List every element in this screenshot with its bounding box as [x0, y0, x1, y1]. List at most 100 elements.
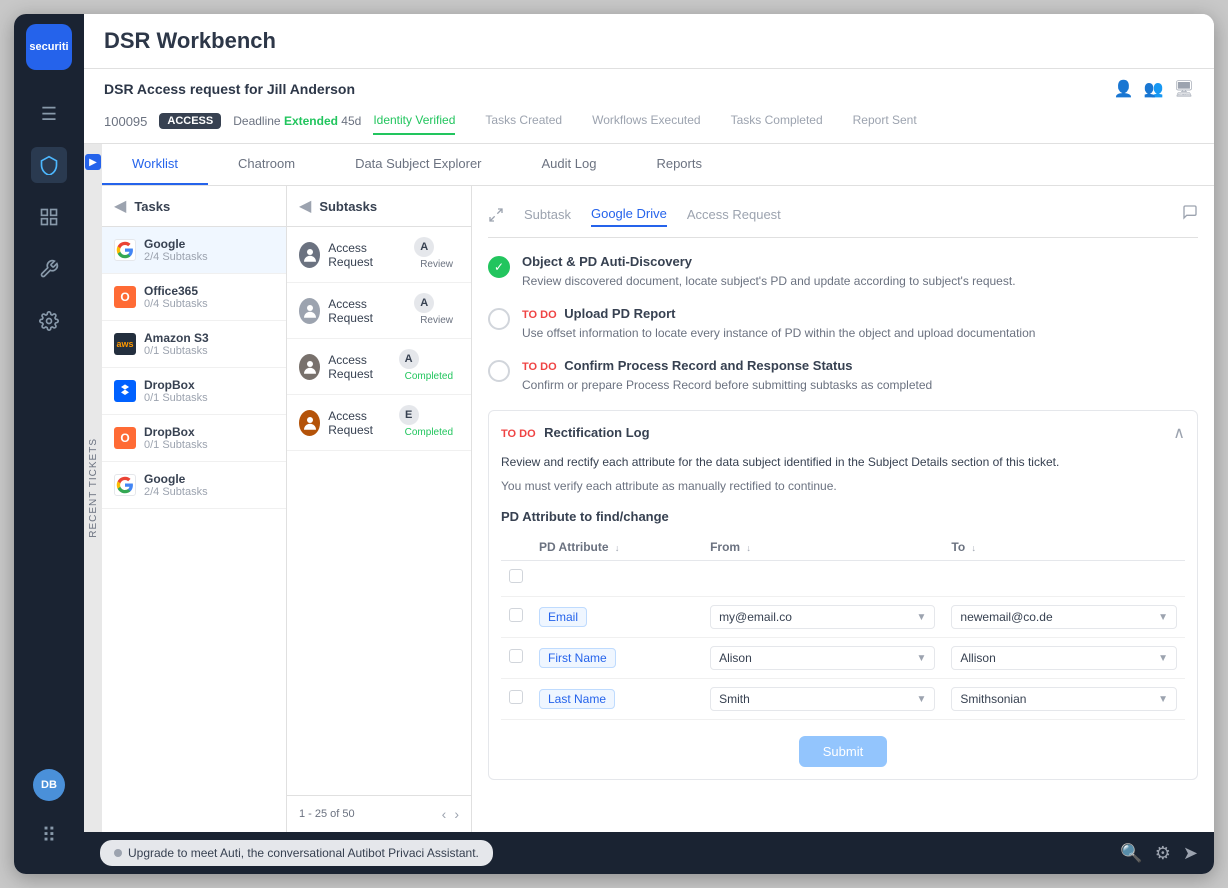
task-item-google-1[interactable]: Google 2/4 Subtasks: [102, 227, 286, 274]
dsr-tab-report-sent[interactable]: Report Sent: [853, 107, 917, 135]
dsr-tab-workflows[interactable]: Workflows Executed: [592, 107, 701, 135]
search-icon[interactable]: 🔍: [1120, 843, 1142, 864]
subtask-review-1: Review: [414, 257, 459, 272]
submit-button[interactable]: Submit: [799, 736, 887, 767]
pagination-info: 1 - 25 of 50: [299, 808, 355, 820]
firstname-checkbox[interactable]: [509, 649, 523, 663]
detail-tab-subtask[interactable]: Subtask: [524, 203, 571, 226]
task-detail-title-3: TO DO Confirm Process Record and Respons…: [522, 358, 1198, 373]
sidebar-icon-tools[interactable]: [31, 251, 67, 287]
subtask-letter-1: A: [414, 237, 434, 257]
pd-attribute-sort[interactable]: ↓: [615, 543, 620, 553]
app-logo: securiti: [26, 24, 72, 70]
filter-icon[interactable]: ⚙: [1155, 843, 1171, 864]
detail-tab-google-drive[interactable]: Google Drive: [591, 202, 667, 227]
task-item-google-2[interactable]: Google 2/4 Subtasks: [102, 462, 286, 509]
from-sort[interactable]: ↓: [746, 543, 751, 553]
task-detail-content-2: TO DO Upload PD Report Use offset inform…: [522, 306, 1198, 342]
task-info-dropbox-2: DropBox 0/1 Subtasks: [144, 425, 208, 451]
chat-dot: [114, 849, 122, 857]
user-avatar[interactable]: DB: [33, 769, 65, 801]
expand-fullscreen-icon[interactable]: [488, 207, 504, 223]
top-header: DSR Workbench: [84, 14, 1214, 69]
dots-icon[interactable]: ⠿: [34, 815, 65, 856]
subtask-item-2[interactable]: Access Request A Review: [287, 283, 471, 339]
dsr-header-icons: 👤 👥 🖥: [1114, 79, 1194, 99]
lastname-attr-badge: Last Name: [539, 689, 615, 709]
rect-collapse-button[interactable]: ∧: [1173, 423, 1185, 443]
ticket-id: 100095: [104, 114, 147, 129]
recent-tickets-strip[interactable]: ▶ RECENT TICKETS: [84, 144, 102, 832]
person-icon[interactable]: 👤: [1114, 79, 1134, 99]
rectification-note: You must verify each attribute as manual…: [501, 479, 1185, 493]
email-to-select[interactable]: newemail@co.de ▼: [951, 605, 1177, 629]
subtask-status-3: A Completed: [399, 349, 459, 384]
lastname-from-arrow: ▼: [916, 694, 926, 705]
group-icon[interactable]: 👥: [1144, 79, 1164, 99]
comment-icon[interactable]: [1182, 204, 1198, 225]
hamburger-icon[interactable]: ☰: [33, 96, 65, 133]
rect-todo-badge: TO DO: [501, 428, 536, 440]
lastname-from-value: Smith: [719, 692, 750, 706]
dsr-info-row: 100095 ACCESS Deadline Extended 45d Iden…: [104, 107, 1194, 135]
tasks-back-button[interactable]: ◀: [114, 196, 126, 216]
dsr-title-row: DSR Access request for Jill Anderson 👤 👥…: [104, 79, 1194, 99]
task-detail-desc-2: Use offset information to locate every i…: [522, 324, 1198, 342]
subtask-item-3[interactable]: Access Request A Completed: [287, 339, 471, 395]
subtask-status-2: A Review: [414, 293, 459, 328]
lastname-from-select[interactable]: Smith ▼: [710, 687, 935, 711]
email-checkbox[interactable]: [509, 608, 523, 622]
task-info-office365: Office365 0/4 Subtasks: [144, 284, 208, 310]
task-title-3-text: Confirm Process Record and Response Stat…: [564, 358, 852, 373]
firstname-from-select[interactable]: Alison ▼: [710, 646, 935, 670]
tab-worklist[interactable]: Worklist: [102, 144, 208, 185]
task-item-amazon-s3[interactable]: aws Amazon S3 0/1 Subtasks: [102, 321, 286, 368]
task-sub-office365: 0/4 Subtasks: [144, 298, 208, 310]
dsr-tab-tasks-completed[interactable]: Tasks Completed: [731, 107, 823, 135]
subtask-item-1[interactable]: Access Request A Review: [287, 227, 471, 283]
access-badge: ACCESS: [159, 113, 221, 129]
col-pd-attribute: PD Attribute ↓: [531, 534, 702, 561]
task-name-google-1: Google: [144, 237, 208, 251]
firstname-to-select[interactable]: Allison ▼: [951, 646, 1177, 670]
task-item-office365[interactable]: O Office365 0/4 Subtasks: [102, 274, 286, 321]
main-content: DSR Workbench DSR Access request for Jil…: [84, 14, 1214, 874]
sidebar-icon-grid[interactable]: [31, 199, 67, 235]
pagination: 1 - 25 of 50 ‹ ›: [287, 795, 471, 832]
expand-recent-icon[interactable]: ▶: [85, 154, 101, 170]
pagination-nav: ‹ ›: [442, 806, 459, 822]
subtask-avatar-2: [299, 298, 320, 324]
subtasks-back-button[interactable]: ◀: [299, 196, 311, 216]
detail-tab-access-request[interactable]: Access Request: [687, 203, 781, 226]
tab-data-subject-explorer[interactable]: Data Subject Explorer: [325, 144, 511, 185]
sidebar-icon-shield[interactable]: [31, 147, 67, 183]
header-checkbox[interactable]: [509, 569, 523, 583]
export-icon[interactable]: ➤: [1183, 843, 1198, 864]
rectification-title: Rectification Log: [544, 425, 649, 440]
content-area: ▶ RECENT TICKETS Worklist Chatroom Data …: [84, 144, 1214, 832]
lastname-checkbox[interactable]: [509, 690, 523, 704]
subtask-item-4[interactable]: Access Request E Completed: [287, 395, 471, 451]
task-detail-desc-1: Review discovered document, locate subje…: [522, 272, 1198, 290]
sidebar-icon-settings[interactable]: [31, 303, 67, 339]
tab-reports[interactable]: Reports: [626, 144, 732, 185]
tab-audit-log[interactable]: Audit Log: [512, 144, 627, 185]
dsr-tab-tasks-created[interactable]: Tasks Created: [485, 107, 562, 135]
tab-chatroom[interactable]: Chatroom: [208, 144, 325, 185]
task-name-office365: Office365: [144, 284, 208, 298]
subtask-name-2: Access Request: [328, 297, 414, 325]
prev-page-button[interactable]: ‹: [442, 806, 447, 822]
rectification-description: Review and rectify each attribute for th…: [501, 453, 1185, 471]
lastname-to-select[interactable]: Smithsonian ▼: [951, 687, 1177, 711]
email-from-select[interactable]: my@email.co ▼: [710, 605, 935, 629]
to-sort[interactable]: ↓: [972, 543, 977, 553]
dsr-tab-identity-verified[interactable]: Identity Verified: [373, 107, 455, 135]
task-name-google-2: Google: [144, 472, 208, 486]
task-item-dropbox-1[interactable]: DropBox 0/1 Subtasks: [102, 368, 286, 415]
chat-upgrade-message[interactable]: Upgrade to meet Auti, the conversational…: [100, 840, 493, 866]
screen-icon[interactable]: 🖥: [1174, 79, 1194, 99]
task-item-dropbox-2[interactable]: O DropBox 0/1 Subtasks: [102, 415, 286, 462]
tasks-panel-header: ◀ Tasks: [102, 186, 286, 227]
next-page-button[interactable]: ›: [454, 806, 459, 822]
table-row-last-name: Last Name Smith ▼: [501, 679, 1185, 720]
